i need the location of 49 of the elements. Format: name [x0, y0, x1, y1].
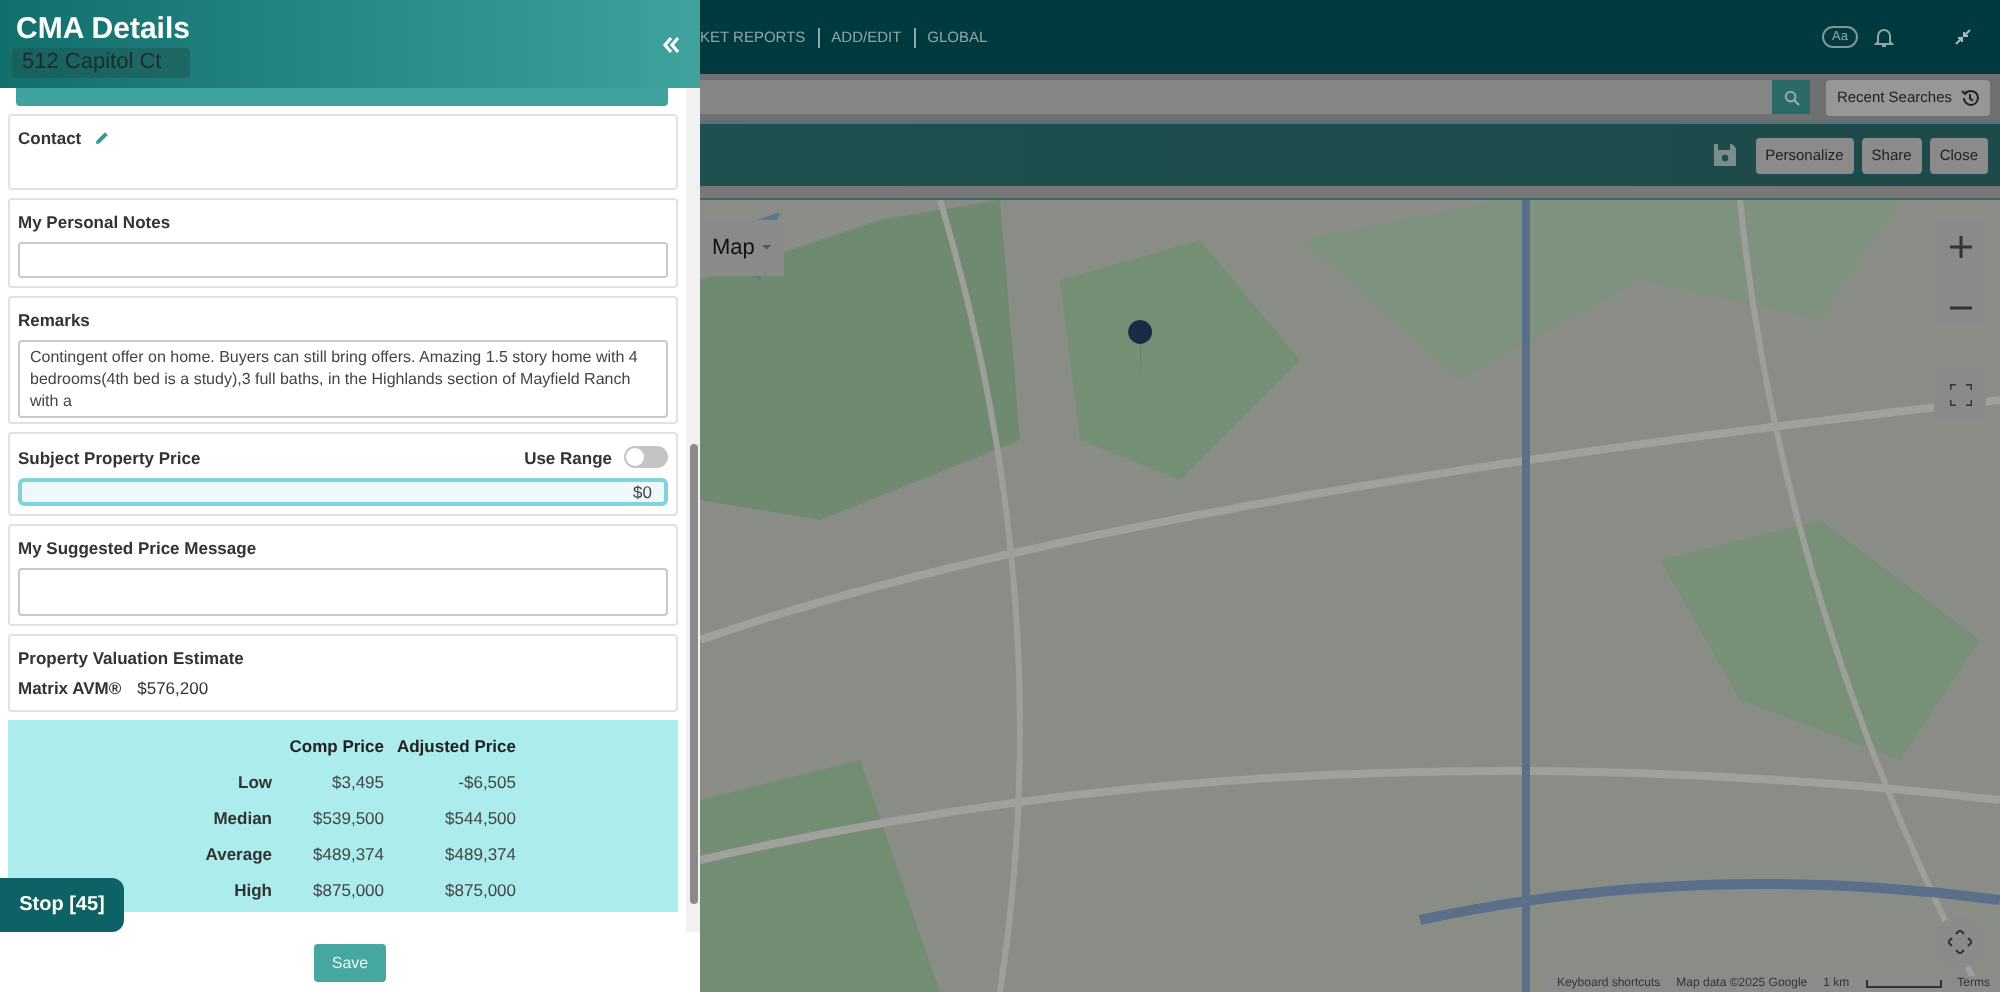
use-range-label: Use Range	[524, 447, 612, 467]
row-label: Median	[211, 808, 272, 828]
fullscreen-button[interactable]	[1934, 368, 1986, 420]
four-arrows-icon	[1948, 930, 1972, 954]
price-field[interactable]: $0	[18, 478, 668, 506]
property-address: 512 Capitol Ct	[12, 48, 190, 78]
panel-title: CMA Details	[14, 12, 190, 46]
avm-label: Matrix AVM®	[18, 678, 122, 698]
valuation-label: Property Valuation Estimate	[18, 648, 246, 668]
comp-price: $3,495	[330, 772, 384, 792]
column-header: Comp Price	[287, 736, 384, 756]
caret-icon	[762, 244, 772, 252]
use-range-toggle[interactable]	[624, 446, 668, 468]
fullscreen-icon	[1949, 383, 1971, 405]
double-chevron-left-icon	[662, 36, 680, 54]
adjusted-price: $544,500	[443, 808, 516, 828]
comp-price: $489,374	[311, 844, 384, 864]
scale-bar	[1865, 980, 1942, 988]
message-field[interactable]	[18, 568, 668, 616]
remarks-label: Remarks	[18, 310, 92, 330]
comp-price: $875,000	[311, 880, 384, 900]
remarks-field[interactable]: Contingent offer on home. Buyers can still bring offers. Amazing 1.5 story home with 4 bedrooms(4th bed is a study),3 full baths, in the Highlands section of Mayfield Ranch with a	[18, 340, 668, 418]
adjusted-price: $875,000	[443, 880, 516, 900]
stop-button[interactable]: Stop [45]	[0, 878, 124, 932]
notes-field[interactable]	[18, 242, 668, 278]
contact-label: Contact	[18, 128, 82, 148]
adjusted-price: -$6,505	[456, 772, 516, 792]
row-label: Average	[203, 844, 272, 864]
comp-price: $539,500	[311, 808, 384, 828]
search-icon	[1783, 89, 1800, 105]
scrollbar[interactable]	[686, 88, 700, 932]
row-label: High	[232, 880, 272, 900]
search-field[interactable]	[700, 80, 1811, 114]
adjusted-price: $489,374	[443, 844, 516, 864]
pencil-icon[interactable]	[93, 130, 110, 146]
search-button[interactable]	[1772, 80, 1811, 114]
price-label: Subject Property Price	[18, 447, 201, 467]
minus-icon	[1949, 305, 1971, 309]
plus-icon	[1949, 235, 1971, 257]
message-label: My Suggested Price Message	[18, 538, 259, 558]
column-header: Adjusted Price	[394, 736, 516, 756]
map-type-dropdown[interactable]: Map	[700, 220, 784, 276]
history-icon	[1960, 87, 1980, 107]
save-button[interactable]: Save	[313, 943, 387, 981]
avm-value: $576,200	[137, 678, 209, 698]
bell-icon[interactable]	[1874, 26, 1894, 48]
notes-label: My Personal Notes	[18, 212, 173, 232]
collapse-arrows-icon[interactable]	[1954, 28, 1972, 46]
row-label: Low	[236, 772, 272, 792]
